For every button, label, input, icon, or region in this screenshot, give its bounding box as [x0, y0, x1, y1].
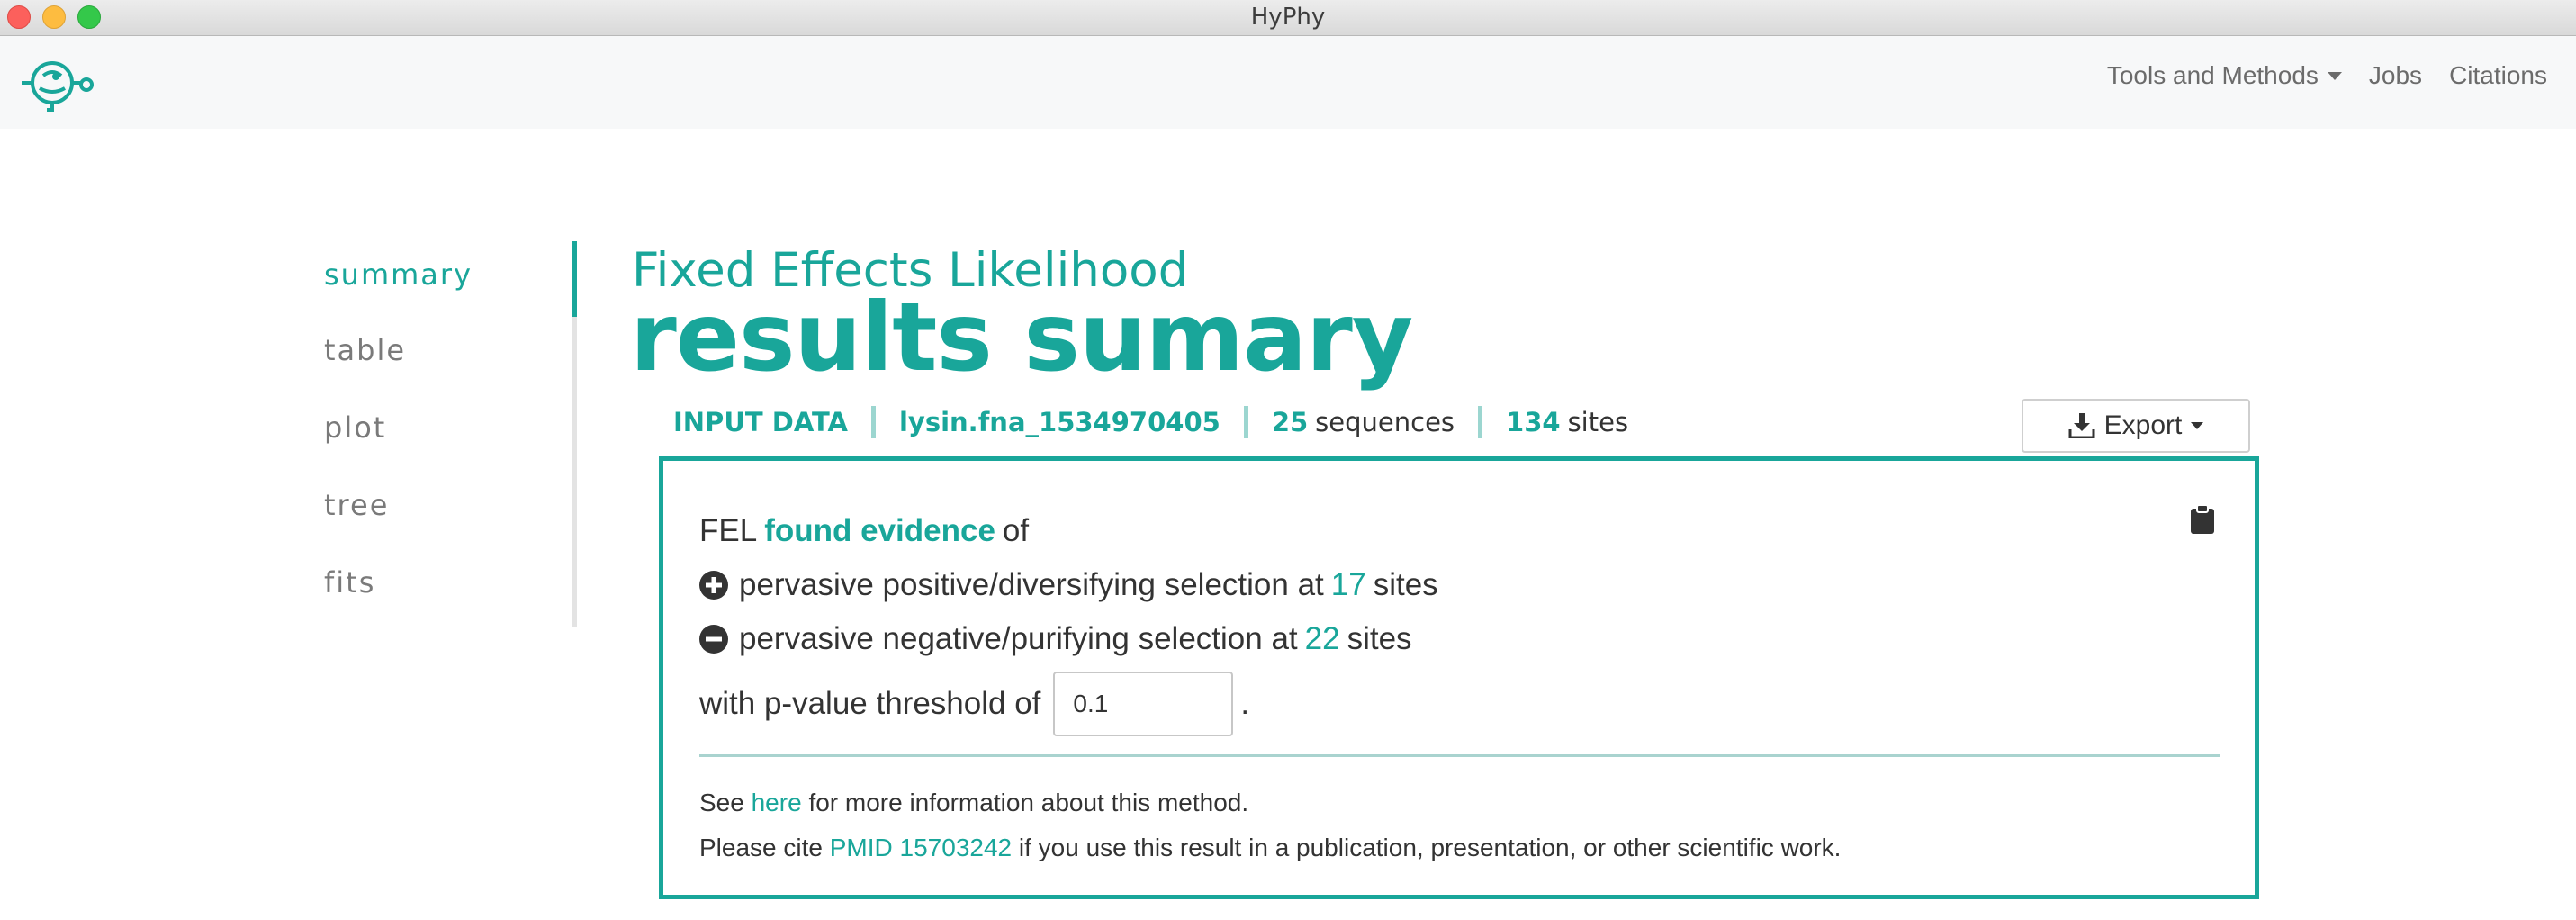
window-title: HyPhy	[1250, 4, 1326, 31]
input-data-label-item: INPUT DATA	[657, 407, 871, 437]
see-prefix: See	[699, 789, 744, 816]
sites-item: 134 sites	[1482, 407, 1652, 437]
nav-jobs-label: Jobs	[2368, 61, 2423, 89]
page-title: results sumary	[630, 283, 1413, 392]
nav-jobs-link[interactable]: Jobs	[2369, 61, 2422, 90]
see-here-link[interactable]: here	[752, 789, 802, 816]
summary-negative: pervasive negative/purifying selection a…	[699, 621, 1412, 657]
minus-circle-icon	[699, 625, 728, 654]
summary-intro: FEL found evidence of	[699, 513, 1029, 549]
export-label: Export	[2103, 410, 2183, 440]
nav-tools-and-methods-dropdown[interactable]: Tools and Methods	[2107, 61, 2342, 90]
negative-selection-count: 22	[1304, 621, 1340, 656]
sequences-item: 25 sequences	[1248, 407, 1478, 437]
plus-circle-icon	[699, 571, 728, 600]
clipboard-icon[interactable]	[2190, 504, 2215, 535]
threshold-end: .	[1240, 686, 1250, 721]
see-suffix: for more information about this method.	[808, 789, 1249, 816]
sidebar-item-summary[interactable]: summary	[324, 257, 473, 292]
export-button[interactable]: Export	[2022, 399, 2250, 453]
input-data-bar: INPUT DATA lysin.fna_1534970405 25 seque…	[657, 400, 1652, 445]
navbar: Tools and Methods Jobs Citations	[0, 36, 2576, 129]
summary-positive: pervasive positive/diversifying selectio…	[699, 567, 1438, 603]
summary-threshold: with p-value threshold of .	[699, 672, 1249, 736]
nav-citations-label: Citations	[2449, 61, 2547, 89]
window-titlebar: HyPhy	[0, 0, 2576, 36]
cite-suffix: if you use this result in a publication,…	[1018, 834, 1842, 861]
sidebar-nav: summary table plot tree fits	[324, 241, 577, 627]
download-icon	[2068, 413, 2095, 438]
cite-pmid-link[interactable]: PMID 15703242	[830, 834, 1012, 861]
sites-count: 134	[1506, 407, 1561, 437]
summary-divider	[699, 754, 2220, 757]
sequences-count: 25	[1271, 407, 1309, 437]
sidebar-item-plot[interactable]: plot	[324, 410, 386, 445]
chevron-down-icon	[2327, 71, 2342, 80]
summary-intro-suffix: of	[1002, 513, 1030, 548]
see-more-line: See here for more information about this…	[699, 789, 1248, 817]
nav-citations-link[interactable]: Citations	[2449, 61, 2547, 90]
positive-selection-count: 17	[1330, 567, 1366, 602]
sidebar-active-indicator	[572, 241, 577, 317]
sequences-label: sequences	[1315, 407, 1455, 437]
nav-tools-and-methods-label: Tools and Methods	[2106, 61, 2319, 89]
summary-box: FEL found evidence of pervasive positive…	[659, 456, 2259, 899]
input-filename-item: lysin.fna_1534970405	[876, 407, 1244, 437]
threshold-label: with p-value threshold of	[699, 686, 1041, 721]
p-value-threshold-input[interactable]	[1053, 672, 1234, 736]
positive-selection-unit: sites	[1373, 567, 1438, 602]
negative-selection-unit: sites	[1347, 621, 1412, 656]
input-filename: lysin.fna_1534970405	[898, 407, 1220, 437]
cite-line: Please cite PMID 15703242 if you use thi…	[699, 834, 1841, 862]
negative-selection-text: pervasive negative/purifying selection a…	[739, 621, 1298, 656]
cite-prefix: Please cite	[699, 834, 823, 861]
sidebar-item-table[interactable]: table	[324, 333, 406, 367]
hyphy-logo-icon[interactable]	[16, 52, 94, 113]
positive-selection-text: pervasive positive/diversifying selectio…	[739, 567, 1324, 602]
summary-intro-prefix: FEL	[699, 513, 758, 548]
input-data-label: INPUT DATA	[673, 407, 848, 437]
summary-intro-highlight: found evidence	[764, 513, 995, 548]
sites-label: sites	[1567, 407, 1629, 437]
nav-links: Tools and Methods Jobs Citations	[2107, 61, 2547, 90]
chevron-down-icon	[2191, 422, 2204, 429]
sidebar-item-fits[interactable]: fits	[324, 565, 375, 600]
sidebar-item-tree[interactable]: tree	[324, 488, 389, 522]
